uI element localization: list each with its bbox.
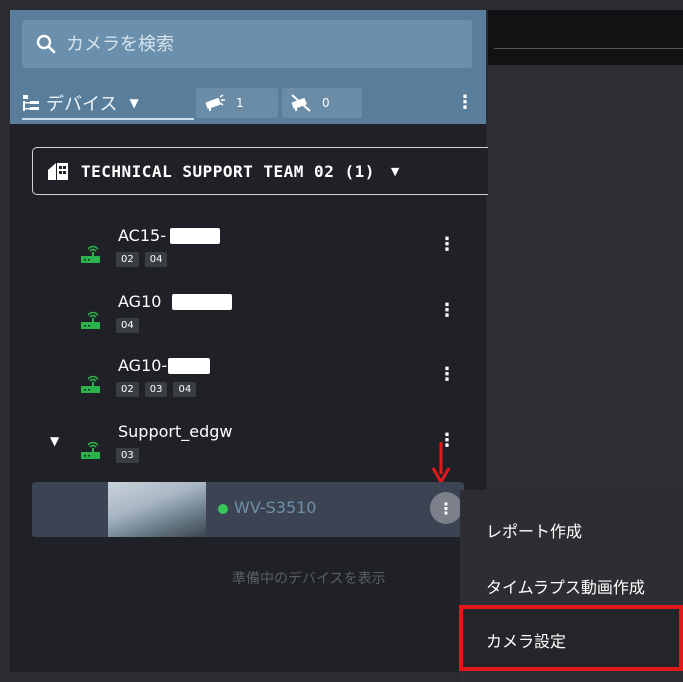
device-name: AG10- bbox=[118, 356, 168, 375]
device-view-label: デバイス bbox=[46, 94, 118, 115]
redacted-name bbox=[172, 294, 232, 310]
search-input[interactable] bbox=[64, 32, 448, 56]
chevron-down-icon: ▼ bbox=[129, 96, 139, 110]
device-tree-icon bbox=[23, 95, 39, 111]
offline-count: 0 bbox=[322, 96, 330, 110]
device-row[interactable]: AG10 04 ⋮ bbox=[0, 284, 486, 348]
chevron-down-icon: ▼ bbox=[390, 164, 400, 178]
camera-name: WV-S3510 bbox=[234, 498, 317, 517]
device-tag: 04 bbox=[144, 252, 168, 267]
sidebar-toolbar: デバイス ▼ 1 0 ⋮ bbox=[10, 84, 486, 124]
online-camera-filter[interactable]: 1 bbox=[196, 88, 278, 118]
camera-status-dot bbox=[218, 504, 228, 514]
device-name: AC15- bbox=[118, 226, 166, 245]
device-more-icon[interactable]: ⋮ bbox=[438, 234, 456, 255]
device-name: AG10 bbox=[118, 292, 162, 311]
device-tag: 04 bbox=[116, 318, 139, 333]
menu-item-camera-settings[interactable]: カメラ設定 bbox=[486, 628, 566, 652]
camera-search-box[interactable] bbox=[22, 20, 472, 68]
edge-gateway-icon bbox=[81, 441, 100, 459]
device-more-icon[interactable]: ⋮ bbox=[438, 364, 456, 385]
camera-online-icon bbox=[205, 94, 225, 111]
team-selector[interactable]: TECHNICAL SUPPORT TEAM 02 (1) ▼ bbox=[32, 147, 488, 195]
edge-gateway-icon bbox=[81, 375, 100, 393]
search-icon bbox=[36, 34, 56, 54]
device-tag: 03 bbox=[144, 382, 168, 397]
device-tag: 03 bbox=[116, 448, 139, 463]
device-row[interactable]: ▼ Support_edgw 03 ⋮ bbox=[0, 414, 486, 478]
chevron-down-icon[interactable]: ▼ bbox=[50, 434, 59, 448]
team-name: TECHNICAL SUPPORT TEAM 02 (1) bbox=[81, 161, 375, 181]
camera-view-area bbox=[488, 66, 683, 488]
show-preparing-devices-link[interactable]: 準備中のデバイスを表示 bbox=[232, 568, 386, 588]
redacted-name bbox=[168, 358, 210, 374]
camera-thumbnail bbox=[108, 482, 206, 537]
device-name: Support_edgw bbox=[118, 422, 233, 441]
device-tag: 02 bbox=[116, 252, 139, 267]
camera-row[interactable]: WV-S3510 ⋮ bbox=[32, 482, 464, 537]
device-tag: 04 bbox=[173, 382, 197, 397]
online-count: 1 bbox=[236, 96, 244, 110]
building-icon bbox=[48, 163, 68, 180]
offline-camera-filter[interactable]: 0 bbox=[282, 88, 362, 118]
sidebar-more-icon[interactable]: ⋮ bbox=[456, 92, 474, 113]
device-tag: 02 bbox=[116, 382, 139, 397]
redacted-name bbox=[170, 228, 220, 244]
device-more-icon[interactable]: ⋮ bbox=[438, 300, 456, 321]
edge-gateway-icon bbox=[81, 311, 100, 329]
camera-more-icon[interactable]: ⋮ bbox=[430, 492, 462, 524]
edge-gateway-icon bbox=[81, 245, 100, 263]
device-row[interactable]: AG10- 02 03 04 ⋮ bbox=[0, 348, 486, 412]
menu-item-create-timelapse[interactable]: タイムラプス動画作成 bbox=[486, 574, 645, 598]
arrow-down-icon bbox=[431, 442, 451, 484]
device-row[interactable]: AC15- 02 04 ⋮ bbox=[0, 218, 486, 282]
menu-item-create-report[interactable]: レポート作成 bbox=[486, 518, 582, 542]
camera-offline-icon bbox=[291, 94, 311, 112]
view-header bbox=[488, 10, 683, 65]
device-view-dropdown[interactable]: デバイス ▼ bbox=[22, 88, 194, 120]
